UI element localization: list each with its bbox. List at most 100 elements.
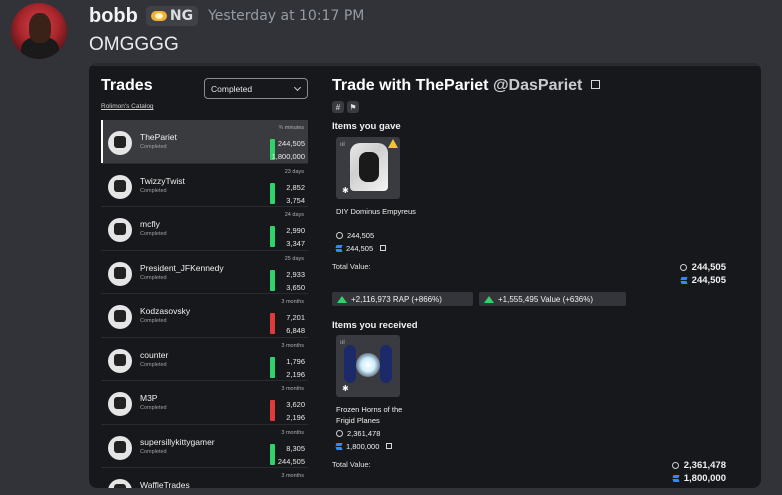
flag-icon[interactable]: ⚑ [347,101,359,113]
item-rap-received-value: 2,361,478 [347,429,381,438]
trade-give-value: 244,505 [277,139,305,148]
trade-partner-name: supersillykittygamer [140,436,215,447]
trade-get-value: 1,800,000 [271,152,305,161]
avatar[interactable] [11,3,67,59]
message-header: bobb NG Yesterday at 10:17 PM [89,2,364,30]
trade-give-value: 7,201 [286,313,305,322]
item-value-received: 1,800,000 [336,442,393,451]
trade-get-value: 3,650 [286,282,305,292]
trade-result-bar [270,226,275,247]
trade-give-value: 2,852 [286,182,305,192]
trade-give-value: 2,933 [286,269,305,279]
status-filter-select[interactable]: Completed [204,78,308,99]
items-received-heading: Items you received [332,320,418,331]
value-icon [336,245,342,252]
hash-icon[interactable]: # [332,101,344,113]
trade-time: 23 days [284,168,304,175]
total-rap-gave-value: 244,505 [691,262,726,273]
trade-status: Completed [140,405,167,411]
sparkle-icon: ✱ [342,186,349,195]
trade-row[interactable]: President_JFKennedy Completed 25 days 2,933… [101,251,308,294]
rap-gain-text: +2,116,973 RAP (+866%) [351,294,442,304]
trade-row[interactable]: Kodzasovsky Completed 3 months 7,201 6,848 [101,294,308,338]
total-value-received: 1,800,000 [673,473,726,484]
trade-time: 3 months [281,429,304,436]
trade-title-text: Trade with ThePariet [332,77,489,94]
trade-give-value: 1,796 [286,356,305,366]
trade-partner-name: Kodzasovsky [140,306,191,316]
chart-icon: ııl [340,142,345,148]
rap-icon [336,232,343,239]
rap-icon [336,430,343,437]
total-rap-received-value: 2,361,478 [683,460,726,471]
trade-partner-avatar [108,348,132,373]
item-name-gave[interactable]: DIY Dominus Empyreus [336,206,416,217]
trade-give-value: 8,305 [286,443,305,453]
trade-row[interactable]: TwizzyTwist Completed 23 days 2,852 3,754 [101,164,308,207]
item-thumbnail-horns[interactable]: ııl ✱ [336,335,400,397]
total-value-received-value: 1,800,000 [683,473,726,484]
external-link-icon[interactable] [386,442,393,449]
trade-partner-avatar [108,305,132,329]
status-filter-value: Completed [211,83,253,94]
trade-row[interactable]: supersillykittygamer Completed 3 months 8,3… [101,425,308,468]
rap-gain-pill: +2,116,973 RAP (+866%) [332,292,473,306]
trade-status: Completed [140,318,167,324]
trade-time: 3 months [281,473,304,479]
value-icon [673,475,679,482]
trade-time: 3 months [281,299,304,305]
external-link-icon[interactable] [380,244,387,251]
total-rap-received: 2,361,478 [671,460,726,471]
guild-tag-text: NG [169,8,194,24]
trade-partner-handle[interactable]: @DasPariet [493,77,582,94]
trade-status: Completed [140,448,167,455]
trade-row[interactable]: M3P Completed 3 months 3,620 2,196 [101,381,308,425]
total-value-received-label: Total Value: [332,460,371,469]
item-thumbnail-dominus[interactable]: ııl ✱ [336,137,400,199]
username[interactable]: bobb [89,5,138,28]
trade-row[interactable]: ThePariet Completed ¾ minutes 244,505 1,800,… [101,120,308,164]
trade-result-bar [270,269,275,291]
trade-detail: Trade with ThePariet @DasPariet # ⚑ Item… [332,75,752,488]
item-value-gave: 244,505 [336,244,387,253]
trade-get-value: 2,196 [286,413,305,422]
item-rap-received: 2,361,478 [336,429,380,438]
external-link-icon[interactable] [590,80,600,89]
trades-title: Trades [101,77,153,94]
trade-partner-avatar [108,479,132,488]
item-rap-gave: 244,505 [336,231,374,240]
trade-partner-avatar [108,392,132,416]
items-gave-heading: Items you gave [332,121,401,132]
trade-partner-name: WaffleTrades [140,480,190,488]
trade-row[interactable]: WaffleTrades 3 months [101,468,308,488]
trade-get-value: 3,347 [286,239,305,248]
trade-status: Completed [140,144,167,150]
rap-icon [671,462,679,469]
trade-status: Completed [140,231,167,237]
trade-time: 3 months [281,342,304,349]
chart-icon: ııl [340,340,345,346]
warning-icon [388,139,398,148]
catalog-link[interactable]: Rolimon's Catalog [101,103,154,110]
trade-result-bar [270,400,275,421]
trade-give-value: 3,620 [286,400,305,409]
total-value-gave: 244,505 [681,275,726,286]
item-value-received-value: 1,800,000 [346,442,380,451]
guild-tag[interactable]: NG [145,6,199,26]
trade-badges: # ⚑ [332,101,359,113]
trade-partner-avatar [108,218,132,242]
trade-get-value: 2,196 [286,369,305,379]
trade-row[interactable]: mcfly Completed 24 days 2,990 3,347 [101,207,308,251]
item-rap-gave-value: 244,505 [347,231,375,240]
item-name-received[interactable]: Frozen Horns of the Frigid Planes [336,404,416,426]
trade-result-bar [270,182,275,204]
chevron-down-icon [293,83,302,92]
item-value-gave-value: 244,505 [346,244,374,253]
image-attachment[interactable]: Trades Rolimon's Catalog Completed ThePa… [89,63,761,488]
dominus-image [350,143,388,191]
trade-result-bar [270,443,275,465]
trade-title: Trade with ThePariet @DasPariet [332,77,600,95]
trade-row[interactable]: counter Completed 3 months 1,796 2,196 [101,338,308,381]
timestamp: Yesterday at 10:17 PM [208,8,365,24]
arrow-up-icon [337,295,347,303]
